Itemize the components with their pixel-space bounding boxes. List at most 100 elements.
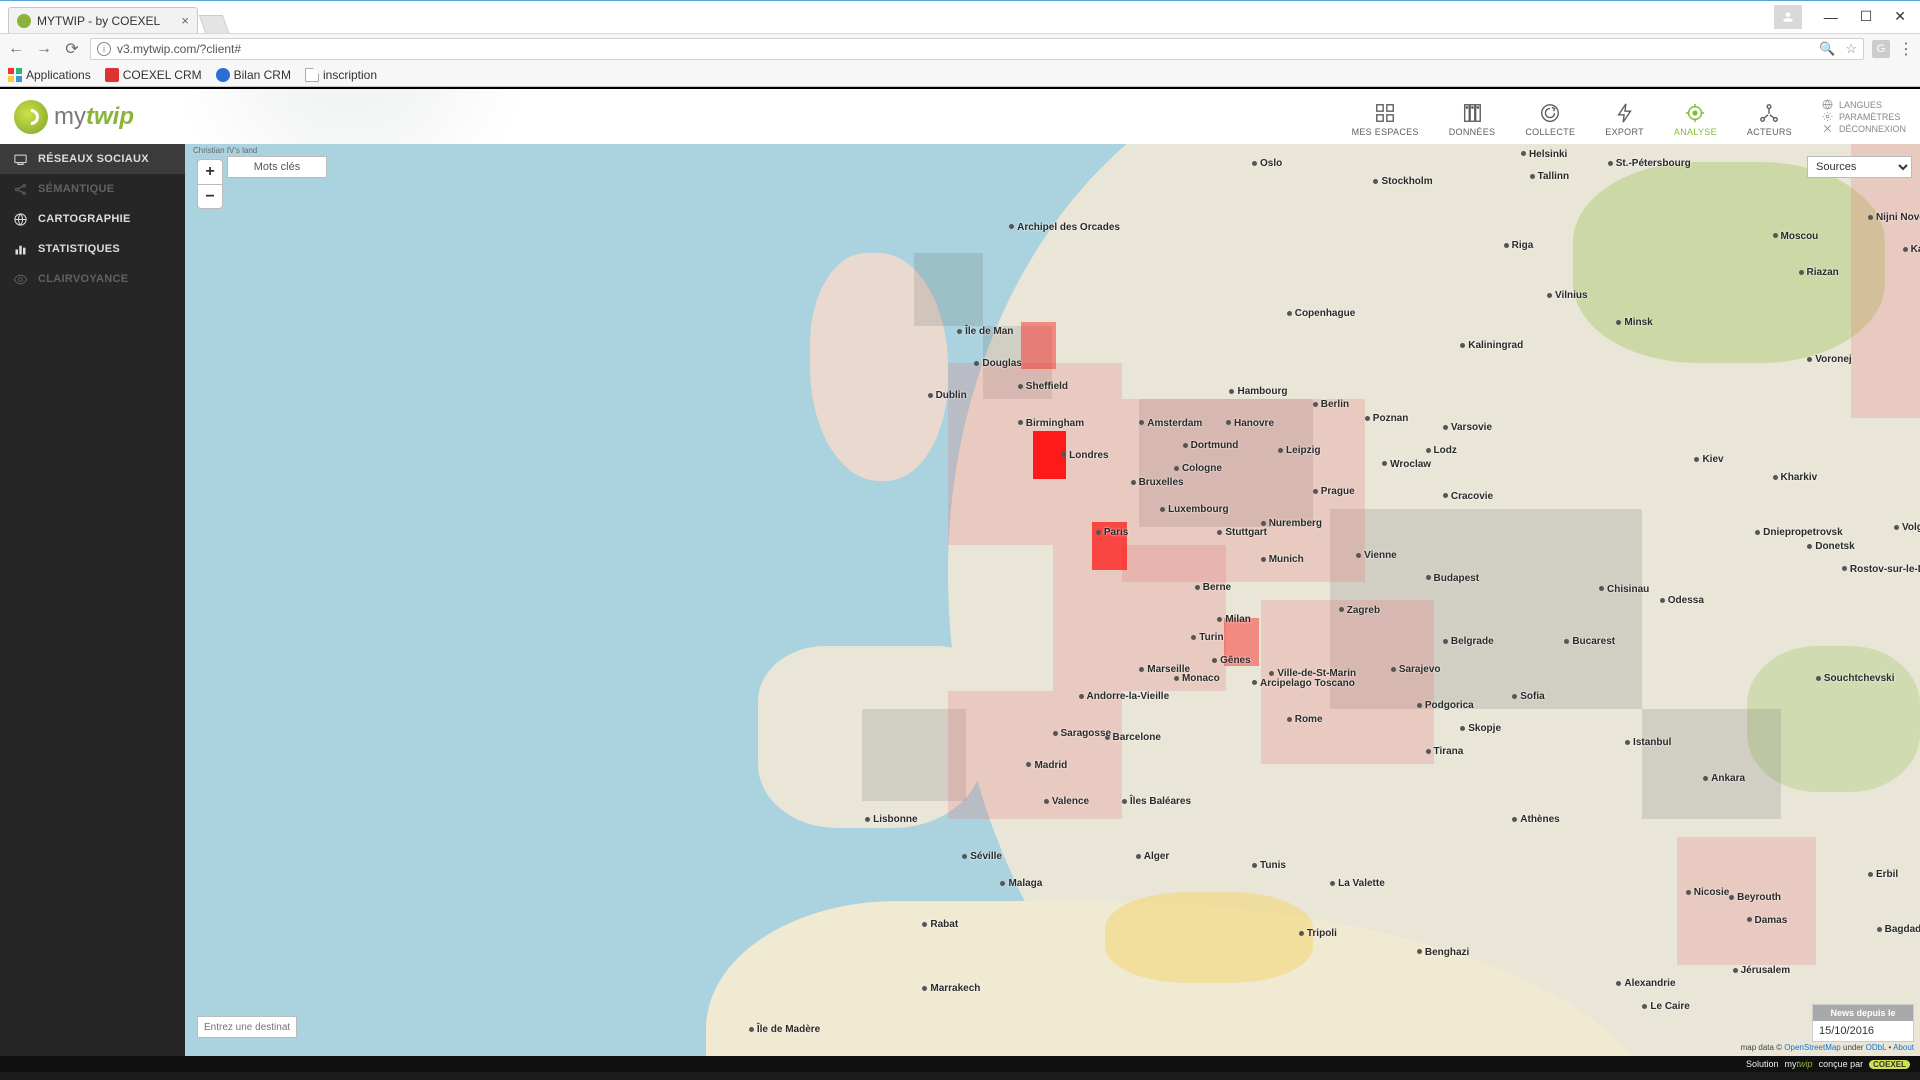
window-close-icon[interactable]: ✕ <box>1894 8 1906 25</box>
city-label: Wroclaw <box>1382 459 1431 470</box>
city-label: Île de Madère <box>749 1024 820 1035</box>
city-label: Donetsk <box>1807 541 1854 552</box>
top-right-links: LANGUES PARAMÈTRES DÉCONNEXION <box>1822 99 1906 134</box>
zoom-out-button[interactable]: − <box>198 184 222 208</box>
city-label: Rostov-sur-le-Don <box>1842 564 1920 575</box>
city-label: Helsinki <box>1521 149 1567 160</box>
city-label: Marseille <box>1139 664 1190 675</box>
bookmark-star-icon[interactable]: ☆ <box>1845 41 1857 57</box>
site-info-icon[interactable]: i <box>97 42 111 56</box>
nav-analyse[interactable]: ANALYSE <box>1674 101 1717 137</box>
logo[interactable]: mytwip <box>14 100 134 134</box>
zoom-icon[interactable]: 🔍 <box>1819 41 1835 57</box>
url-field[interactable]: i v3.mytwip.com/?client# 🔍 ☆ <box>90 38 1864 60</box>
bars-icon <box>12 241 28 257</box>
nav-reload-icon[interactable]: ⟳ <box>62 39 82 59</box>
map-desert <box>1105 892 1313 983</box>
sidebar-item-cartographie[interactable]: CARTOGRAPHIE <box>0 204 185 234</box>
sidebar-item-reseaux-sociaux[interactable]: RÉSEAUX SOCIAUX <box>0 144 185 174</box>
nav-acteurs[interactable]: ACTEURS <box>1747 101 1792 137</box>
city-label: Cracovie <box>1443 491 1493 502</box>
link-langues[interactable]: LANGUES <box>1822 99 1906 110</box>
map[interactable]: OsloStockholmHelsinkiTallinnSt.-Pétersbo… <box>185 144 1920 1056</box>
city-label: Odessa <box>1660 595 1704 606</box>
city-label: Vilnius <box>1547 290 1588 301</box>
sidebar-item-statistiques[interactable]: STATISTIQUES <box>0 234 185 264</box>
footer-brand: mytwip <box>1785 1059 1813 1069</box>
link-parametres[interactable]: PARAMÈTRES <box>1822 111 1906 122</box>
bookmark-icon <box>105 68 119 82</box>
city-label: Berlin <box>1313 399 1349 410</box>
city-label: Hanovre <box>1226 418 1274 429</box>
new-tab-button[interactable] <box>199 15 230 33</box>
city-label: Milan <box>1217 614 1251 625</box>
window-maximize-icon[interactable]: ☐ <box>1860 8 1873 25</box>
nav-forward-icon[interactable]: → <box>34 40 54 58</box>
city-label: Bruxelles <box>1131 477 1184 488</box>
city-label: Nicosie <box>1686 887 1730 898</box>
city-label: Arcipelago Toscano <box>1252 678 1355 689</box>
city-label: Sheffield <box>1018 381 1068 392</box>
city-label: Sofia <box>1512 691 1544 702</box>
bookmark-bilan-crm[interactable]: Bilan CRM <box>216 68 291 82</box>
nav-mes-espaces[interactable]: MES ESPACES <box>1352 101 1419 137</box>
tab-favicon-icon <box>17 14 31 28</box>
news-since-date-input[interactable] <box>1813 1021 1913 1041</box>
globe-icon <box>12 211 28 227</box>
target-icon <box>1680 101 1710 125</box>
city-label: Voronej <box>1807 354 1851 365</box>
link-deconnexion[interactable]: DÉCONNEXION <box>1822 123 1906 134</box>
sources-select[interactable]: Sources <box>1807 156 1912 178</box>
bookmark-applications[interactable]: Applications <box>8 68 91 82</box>
heatmap-hotspot <box>1021 322 1056 369</box>
city-label: Dortmund <box>1183 440 1239 451</box>
city-label: Prague <box>1313 486 1355 497</box>
keywords-button[interactable]: Mots clés <box>227 156 327 178</box>
heatmap-cell <box>914 253 983 326</box>
logo-text: mytwip <box>54 103 134 131</box>
address-bar: ← → ⟳ i v3.mytwip.com/?client# 🔍 ☆ G ⋮ <box>0 33 1920 63</box>
city-label: Douglas <box>974 358 1021 369</box>
city-label: Athènes <box>1512 814 1559 825</box>
window-minimize-icon[interactable]: — <box>1824 9 1838 25</box>
nav-back-icon[interactable]: ← <box>6 40 26 58</box>
network-icon <box>1754 101 1784 125</box>
browser-menu-icon[interactable]: ⋮ <box>1898 39 1914 59</box>
heatmap-cell <box>948 691 1122 819</box>
nav-donnees[interactable]: DONNÉES <box>1449 101 1496 137</box>
database-icon <box>1457 101 1487 125</box>
city-label: Hambourg <box>1229 386 1287 397</box>
city-label: Poznan <box>1365 413 1409 424</box>
bookmark-coexel-crm[interactable]: COEXEL CRM <box>105 68 202 82</box>
city-label: Stockholm <box>1373 176 1432 187</box>
window-titlebar: MYTWIP - by COEXEL × — ☐ ✕ <box>0 0 1920 33</box>
os-taskbar <box>0 1072 1920 1080</box>
share-icon <box>12 181 28 197</box>
city-label: Vienne <box>1356 550 1397 561</box>
odbl-link[interactable]: ODbL <box>1866 1043 1887 1052</box>
city-label: Paris <box>1096 527 1128 538</box>
osm-link[interactable]: OpenStreetMap <box>1784 1043 1840 1052</box>
browser-tab[interactable]: MYTWIP - by COEXEL × <box>8 7 198 33</box>
nav-export[interactable]: EXPORT <box>1605 101 1644 137</box>
city-label: Madrid <box>1026 760 1067 771</box>
city-label: Kaliningrad <box>1460 340 1523 351</box>
about-link[interactable]: About <box>1893 1043 1914 1052</box>
nav-collecte[interactable]: COLLECTE <box>1525 101 1575 137</box>
destination-input[interactable] <box>197 1016 297 1038</box>
city-label: Riga <box>1504 240 1534 251</box>
city-label: Séville <box>962 851 1002 862</box>
bookmark-inscription[interactable]: inscription <box>305 68 377 82</box>
city-label: Varsovie <box>1443 422 1492 433</box>
city-label: Île de Man <box>957 326 1013 337</box>
zoom-in-button[interactable]: + <box>198 160 222 184</box>
city-label: Le Caire <box>1642 1001 1689 1012</box>
city-label: Leipzig <box>1278 445 1320 456</box>
city-label: Munich <box>1261 554 1304 565</box>
city-label: Tripoli <box>1299 928 1337 939</box>
tab-close-icon[interactable]: × <box>181 13 189 28</box>
file-icon <box>305 68 319 82</box>
profile-icon[interactable] <box>1774 5 1802 29</box>
city-label: Tallinn <box>1530 171 1569 182</box>
extension-icon[interactable]: G <box>1872 40 1890 58</box>
